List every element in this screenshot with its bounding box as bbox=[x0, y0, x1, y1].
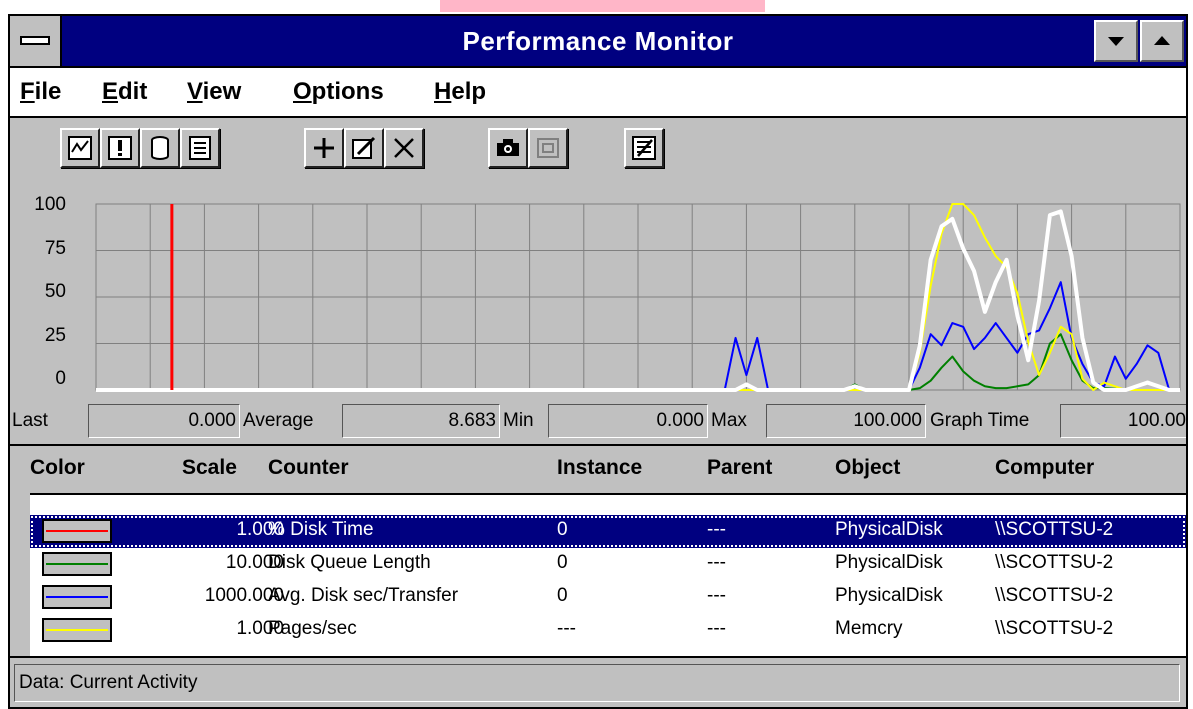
report-view-button[interactable] bbox=[180, 128, 220, 168]
snapshot-button[interactable] bbox=[488, 128, 528, 168]
menu-edit[interactable]: Edit bbox=[102, 68, 147, 116]
header-instance: Instance bbox=[557, 456, 643, 479]
minimize-icon bbox=[1108, 37, 1124, 46]
color-swatch bbox=[42, 585, 112, 609]
edit-counter-icon bbox=[352, 136, 376, 159]
status-bar: Data: Current Activity bbox=[10, 656, 1186, 707]
snapshot-camera-icon bbox=[497, 139, 519, 156]
average-value: 8.683 bbox=[342, 404, 500, 438]
row-computer: \\SCOTTSU-2 bbox=[995, 585, 1114, 606]
row-object: Memcry bbox=[835, 618, 903, 639]
average-label: Average bbox=[243, 410, 314, 431]
header-counter: Counter bbox=[268, 456, 349, 479]
performance-chart bbox=[95, 203, 1181, 392]
log-view-button[interactable] bbox=[140, 128, 180, 168]
options-icon bbox=[632, 136, 656, 160]
row-counter: Pages/sec bbox=[268, 618, 357, 639]
row-computer: \\SCOTTSU-2 bbox=[995, 519, 1114, 540]
row-computer: \\SCOTTSU-2 bbox=[995, 552, 1114, 573]
export-icon bbox=[537, 138, 559, 158]
row-instance: 0 bbox=[557, 519, 568, 540]
row-instance: --- bbox=[557, 618, 576, 639]
add-counter-icon bbox=[314, 138, 334, 158]
legend-row[interactable]: 10.000 Disk Queue Length 0 --- PhysicalD… bbox=[30, 548, 1186, 581]
row-counter: Disk Queue Length bbox=[268, 552, 431, 573]
delete-counter-button[interactable] bbox=[384, 128, 424, 168]
menu-help[interactable]: Help bbox=[434, 68, 486, 116]
alert-view-icon bbox=[108, 136, 132, 160]
row-object: PhysicalDisk bbox=[835, 552, 943, 573]
maximize-icon bbox=[1154, 36, 1170, 45]
background-tab-decoration bbox=[440, 0, 765, 12]
legend-row[interactable]: 1.000 % Disk Time 0 --- PhysicalDisk \\S… bbox=[30, 515, 1186, 548]
color-swatch bbox=[42, 519, 112, 543]
graph-time-value: 100.00 bbox=[1060, 404, 1186, 438]
row-counter: % Disk Time bbox=[268, 519, 374, 540]
alert-view-button[interactable] bbox=[100, 128, 140, 168]
legend-header: Color Scale Counter Instance Parent Obje… bbox=[10, 446, 1186, 492]
row-parent: --- bbox=[707, 618, 726, 639]
header-parent: Parent bbox=[707, 456, 773, 479]
row-instance: 0 bbox=[557, 585, 568, 606]
legend-row[interactable]: 1000.000 Avg. Disk sec/Transfer 0 --- Ph… bbox=[30, 581, 1186, 614]
row-object: PhysicalDisk bbox=[835, 585, 943, 606]
min-value: 0.000 bbox=[548, 404, 708, 438]
system-menu-button[interactable] bbox=[10, 16, 62, 66]
status-text: Data: Current Activity bbox=[14, 664, 1180, 702]
chart-view-button[interactable] bbox=[60, 128, 100, 168]
row-counter: Avg. Disk sec/Transfer bbox=[268, 585, 459, 606]
row-parent: --- bbox=[707, 552, 726, 573]
add-counter-button[interactable] bbox=[304, 128, 344, 168]
header-object: Object bbox=[835, 456, 901, 479]
performance-monitor-window: Performance Monitor File Edit View Optio… bbox=[8, 14, 1188, 709]
max-label: Max bbox=[711, 410, 747, 431]
row-parent: --- bbox=[707, 519, 726, 540]
chart-view-icon bbox=[68, 136, 92, 160]
row-parent: --- bbox=[707, 585, 726, 606]
menu-file[interactable]: File bbox=[20, 68, 61, 116]
legend-row[interactable]: 1.000 Pages/sec --- --- Memcry \\SCOTTSU… bbox=[30, 614, 1186, 647]
options-button[interactable] bbox=[624, 128, 664, 168]
color-swatch bbox=[42, 618, 112, 642]
row-object: PhysicalDisk bbox=[835, 519, 943, 540]
report-view-icon bbox=[189, 136, 211, 160]
min-label: Min bbox=[503, 410, 534, 431]
title-bar: Performance Monitor bbox=[10, 16, 1186, 68]
log-view-icon bbox=[151, 136, 169, 160]
export-button[interactable] bbox=[528, 128, 568, 168]
window-title: Performance Monitor bbox=[462, 26, 734, 56]
chart-area: 100 75 50 25 0 bbox=[10, 182, 1186, 397]
menu-bar: File Edit View Options Help bbox=[10, 68, 1186, 118]
header-computer: Computer bbox=[995, 456, 1095, 479]
menu-view[interactable]: View bbox=[187, 68, 241, 116]
minimize-button[interactable] bbox=[1094, 20, 1138, 62]
delete-counter-icon bbox=[394, 138, 414, 158]
maximize-button[interactable] bbox=[1140, 20, 1184, 62]
last-value: 0.000 bbox=[88, 404, 240, 438]
system-menu-icon bbox=[20, 36, 50, 45]
header-color: Color bbox=[30, 456, 85, 479]
color-swatch bbox=[42, 552, 112, 576]
edit-counter-button[interactable] bbox=[344, 128, 384, 168]
max-value: 100.000 bbox=[766, 404, 926, 438]
graph-time-label: Graph Time bbox=[930, 410, 1030, 431]
header-scale: Scale bbox=[182, 456, 237, 479]
row-instance: 0 bbox=[557, 552, 568, 573]
legend-list[interactable]: 1.000 % Disk Time 0 --- PhysicalDisk \\S… bbox=[30, 493, 1186, 656]
value-bar: Last 0.000 Average 8.683 Min 0.000 Max 1… bbox=[10, 400, 1186, 446]
last-label: Last bbox=[12, 410, 48, 431]
toolbar bbox=[10, 118, 1186, 182]
menu-options[interactable]: Options bbox=[293, 68, 384, 116]
row-computer: \\SCOTTSU-2 bbox=[995, 618, 1114, 639]
